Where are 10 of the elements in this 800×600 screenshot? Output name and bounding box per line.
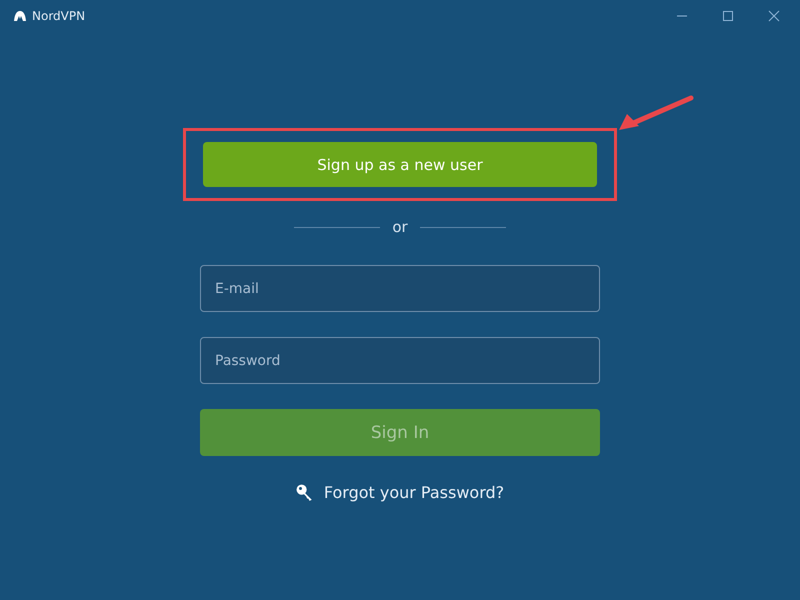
sign-up-button[interactable]: Sign up as a new user — [203, 142, 597, 187]
or-divider-label: or — [392, 218, 408, 236]
input-field[interactable]: E-mail — [200, 265, 600, 312]
forgot-password-link[interactable]: Forgot your Password? — [324, 483, 504, 502]
window-title: NordVPN — [32, 9, 86, 23]
logo-icon — [14, 11, 26, 21]
key-icon — [296, 484, 314, 502]
maximize-icon[interactable] — [722, 10, 734, 22]
close-icon[interactable] — [768, 10, 780, 22]
input-field[interactable]: Password — [200, 337, 600, 384]
